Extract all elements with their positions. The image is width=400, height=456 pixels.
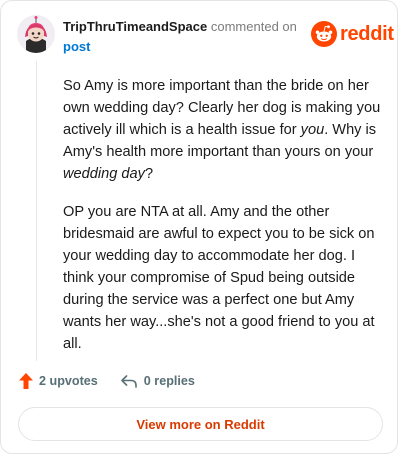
thread-line	[36, 61, 37, 361]
p1-emphasis-wedding-day: wedding day	[63, 166, 145, 182]
comment-actions: 2 upvotes 0 replies	[19, 373, 195, 389]
author-link[interactable]: TripThruTimeandSpace	[63, 19, 207, 34]
p1-emphasis-you: you	[300, 122, 325, 138]
upvote-arrow-icon	[19, 373, 33, 389]
upvote-count: 2 upvotes	[39, 374, 98, 388]
commented-on-text: commented on	[210, 19, 297, 34]
post-link[interactable]: post	[63, 37, 303, 57]
reddit-logo-icon	[311, 21, 337, 47]
comment-paragraph-2: OP you are NTA at all. Amy and the other…	[63, 204, 375, 352]
reply-button[interactable]: 0 replies	[120, 373, 195, 389]
p1-text-c: ?	[144, 166, 154, 182]
comment-embed-card: TripThruTimeandSpace commented on post r…	[0, 0, 398, 454]
avatar-icon[interactable]	[17, 15, 55, 53]
reply-arrow-icon	[120, 375, 137, 388]
upvote-button[interactable]: 2 upvotes	[19, 373, 98, 389]
reply-count: 0 replies	[143, 374, 195, 388]
comment-paragraph-1: So Amy is more important than the bride …	[63, 75, 381, 185]
view-more-on-reddit-button[interactable]: View more on Reddit	[18, 407, 383, 441]
reddit-logo[interactable]: reddit	[311, 21, 394, 47]
comment-header: TripThruTimeandSpace commented on post	[63, 17, 303, 57]
comment-body: So Amy is more important than the bride …	[63, 75, 381, 371]
reddit-wordmark: reddit	[340, 22, 394, 45]
